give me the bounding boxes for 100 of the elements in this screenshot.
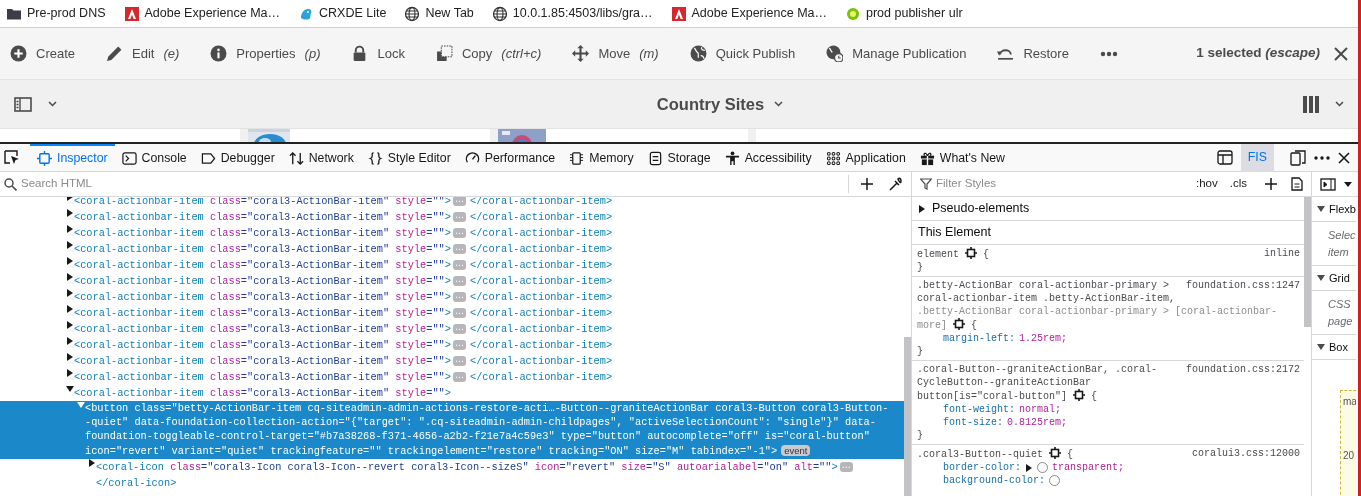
action-button[interactable]: Properties (p) <box>210 43 321 64</box>
split-layout-icon[interactable] <box>1216 150 1233 165</box>
markup-row[interactable]: <coral-actionbar-item class="coral3-ActionBar-item" style=""> ⋯ </coral-actionbar-item> <box>0 209 905 225</box>
collapsed-arrow-icon[interactable] <box>66 337 74 345</box>
source-link[interactable]: foundation.css:1247 <box>1185 279 1300 292</box>
action-button[interactable]: Move (m) <box>572 43 659 64</box>
bookmark-link[interactable]: Adobe Experience Ma… <box>144 4 280 23</box>
collapsed-arrow-icon[interactable] <box>918 204 926 213</box>
sidebar-toggle-icon[interactable] <box>14 96 32 112</box>
section-header[interactable]: Flexb <box>1329 200 1356 218</box>
action-button[interactable]: Quick Publish <box>689 43 796 64</box>
markup-row[interactable]: <coral-actionbar-item class="coral3-ActionBar-item" style=""> ⋯ </coral-actionbar-item> <box>0 289 905 305</box>
action-button[interactable]: Restore <box>997 43 1069 64</box>
responsive-mode-icon[interactable] <box>1290 149 1306 166</box>
devtools-tab[interactable]: Debugger <box>193 143 282 172</box>
devtools-tab[interactable]: Console <box>114 143 194 172</box>
collapsed-arrow-icon[interactable] <box>66 369 74 377</box>
chevron-down-icon[interactable] <box>1335 101 1344 107</box>
collapsed-arrow-icon[interactable] <box>66 225 74 233</box>
markup-row[interactable]: <coral-actionbar-item class="coral3-ActionBar-item" style=""> ⋯ </coral-actionbar-item> <box>0 321 905 337</box>
add-rule-icon[interactable] <box>1265 178 1277 190</box>
collapsed-arrow-icon[interactable] <box>66 353 74 361</box>
action-button[interactable]: Edit (e) <box>106 43 180 64</box>
markup-row[interactable]: <coral-actionbar-item class="coral3-ActionBar-item" style=""> ⋯ </coral-actionbar-item> <box>0 197 905 209</box>
expanded-arrow-icon[interactable] <box>1317 275 1325 281</box>
collapsed-arrow-icon[interactable] <box>66 209 74 217</box>
collapsed-arrow-icon[interactable] <box>88 458 96 467</box>
color-swatch[interactable] <box>1037 462 1048 473</box>
devtools-tab[interactable]: What's New <box>912 143 1012 172</box>
markup-row[interactable]: <coral-actionbar-item class="coral3-ActionBar-item" style=""> ⋯ </coral-actionbar-item> <box>0 305 905 321</box>
action-button[interactable]: Copy (ctrl+c) <box>435 43 542 64</box>
eyedropper-icon[interactable] <box>889 177 903 191</box>
search-field[interactable]: Search HTML <box>21 175 844 193</box>
devtools-tab[interactable]: Performance <box>457 143 563 172</box>
source-link[interactable]: coralui3.css:12000 <box>1191 447 1300 460</box>
css-value[interactable]: 0.8125rem; <box>1007 416 1068 429</box>
css-property[interactable]: background-color: <box>943 474 1046 487</box>
crosshair-icon[interactable] <box>953 318 966 330</box>
section-header[interactable]: Box <box>1329 338 1348 356</box>
markup-row[interactable]: <coral-actionbar-item class="coral3-ActionBar-item" style=""> <box>0 385 905 401</box>
source-link[interactable]: foundation.css:2172 <box>1185 363 1300 376</box>
css-value[interactable]: normal; <box>1019 403 1062 416</box>
markup-row[interactable]: <coral-actionbar-item class="coral3-ActionBar-item" style=""> ⋯ </coral-actionbar-item> <box>0 241 905 257</box>
close-icon[interactable] <box>1338 151 1350 164</box>
css-property[interactable]: margin-left: <box>943 332 1015 345</box>
column-view-icon[interactable] <box>1303 95 1319 113</box>
bookmark-link[interactable]: 10.0.1.85:4503/libs/gra… <box>512 4 653 23</box>
markup-row[interactable]: <coral-actionbar-item class="coral3-ActionBar-item" style=""> ⋯ </coral-actionbar-item> <box>0 337 905 353</box>
expanded-arrow-icon[interactable] <box>1317 344 1325 350</box>
action-button[interactable]: Manage Publication <box>826 43 967 64</box>
sidebar-panel-icon[interactable] <box>1320 177 1336 191</box>
markup-row[interactable]: <coral-actionbar-item class="coral3-ActionBar-item" style=""> ⋯ </coral-actionbar-item> <box>0 369 905 385</box>
collapsed-arrow-icon[interactable] <box>66 241 74 249</box>
css-property[interactable]: border-color: <box>943 461 1021 474</box>
expanded-arrow-icon[interactable] <box>66 385 74 393</box>
close-icon[interactable] <box>1334 46 1348 61</box>
source-link[interactable]: inline <box>1264 247 1300 260</box>
bookmark-link[interactable]: prod publisher ulr <box>866 4 963 23</box>
collapsed-arrow-icon[interactable] <box>1025 463 1033 472</box>
devtools-tab[interactable]: Memory <box>562 143 641 172</box>
devtools-tab[interactable]: Network <box>281 143 361 172</box>
markup-row[interactable]: <coral-icon class="coral3-Icon coral3-Icon--revert coral3-Icon--sizeS" icon="revert" size="S" autoarialabel="on" alt=""> ⋯ </coral-icon> <box>0 458 905 491</box>
dropdown-arrow-icon[interactable] <box>1344 181 1352 187</box>
devtools-tab[interactable]: Accessibility <box>717 143 819 172</box>
markup-row[interactable]: <coral-actionbar-item class="coral3-ActionBar-item" style=""> ⋯ </coral-actionbar-item> <box>0 257 905 273</box>
css-value[interactable]: 1.25rem; <box>1019 332 1068 345</box>
bookmark-link[interactable]: New Tab <box>425 4 474 23</box>
css-property[interactable]: font-size: <box>943 416 1003 429</box>
action-button[interactable]: Create <box>10 43 76 64</box>
markup-row[interactable]: <coral-actionbar-item class="coral3-ActionBar-item" style=""> ⋯ </coral-actionbar-item> <box>0 353 905 369</box>
more-icon[interactable] <box>1314 155 1330 160</box>
add-node-icon[interactable] <box>861 178 873 190</box>
color-swatch[interactable] <box>1049 475 1061 486</box>
hover-toggle[interactable]: :hov <box>1196 175 1218 193</box>
bookmark-link[interactable]: CRXDE Lite <box>319 4 387 23</box>
markup-row[interactable]: <coral-actionbar-item class="coral3-ActionBar-item" style=""> ⋯ </coral-actionbar-item> <box>0 273 905 289</box>
collapsed-arrow-icon[interactable] <box>66 321 74 329</box>
more-icon[interactable] <box>1099 50 1118 57</box>
bookmark-link[interactable]: Adobe Experience Ma… <box>691 4 827 23</box>
collapsed-arrow-icon[interactable] <box>66 305 74 313</box>
devtools-tab[interactable]: Storage <box>640 143 718 172</box>
filter-field[interactable]: Filter Styles <box>936 175 1192 193</box>
devtools-tab[interactable]: Application <box>818 143 913 172</box>
scrollbar[interactable] <box>904 337 911 496</box>
action-button[interactable]: Lock <box>351 43 405 64</box>
crosshair-icon[interactable] <box>965 247 978 259</box>
collapsed-arrow-icon[interactable] <box>66 273 74 281</box>
markup-row[interactable]: <coral-actionbar-item class="coral3-ActionBar-item" style=""> ⋯ </coral-actionbar-item> <box>0 225 905 241</box>
class-toggle[interactable]: .cls <box>1229 175 1247 193</box>
collapsed-arrow-icon[interactable] <box>66 257 74 265</box>
chevron-down-icon[interactable] <box>774 101 784 107</box>
crosshair-icon[interactable] <box>1073 389 1086 401</box>
bookmark-link[interactable]: Pre-prod DNS <box>27 4 106 23</box>
chevron-down-icon[interactable] <box>48 101 57 107</box>
document-icon[interactable] <box>1291 177 1303 191</box>
section-header[interactable]: Pseudo-elements <box>932 199 1030 218</box>
collapsed-arrow-icon[interactable] <box>66 289 74 297</box>
section-header[interactable]: Grid <box>1329 269 1350 287</box>
css-value[interactable]: transparent; <box>1052 461 1125 474</box>
crosshair-icon[interactable] <box>1049 447 1062 459</box>
